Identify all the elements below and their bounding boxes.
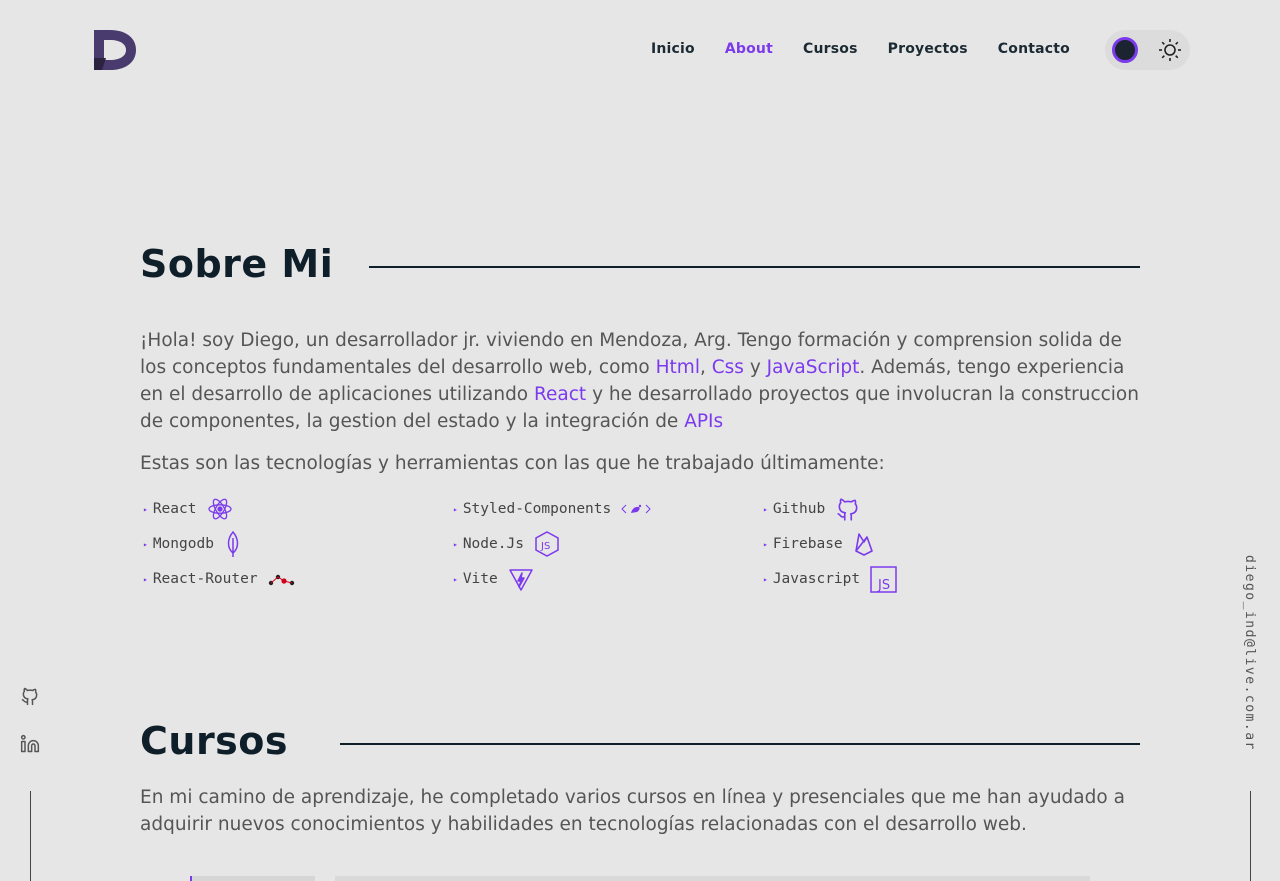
bullet-arrow-icon: ▸ xyxy=(143,574,148,584)
tech-label: React-Router xyxy=(152,571,258,587)
javascript-icon: JS xyxy=(870,565,897,593)
tech-item-vite: ▸ Vite xyxy=(453,565,763,593)
react-icon xyxy=(206,495,234,523)
nav-about[interactable]: About xyxy=(725,41,773,57)
tech-item-github: ▸ Github xyxy=(763,495,943,523)
bullet-arrow-icon: ▸ xyxy=(143,504,148,514)
courses-title-divider xyxy=(340,743,1140,745)
highlight-html: Html xyxy=(655,357,700,378)
nodejs-icon: JS xyxy=(534,530,560,558)
email-link[interactable]: diego_ind@live.com.ar xyxy=(1237,555,1257,755)
tech-item-node.js: ▸ Node.Js JS xyxy=(453,530,763,558)
tech-item-react-router: ▸ React-Router xyxy=(143,565,453,593)
bullet-arrow-icon: ▸ xyxy=(453,574,458,584)
github-icon[interactable] xyxy=(20,686,40,706)
tech-list: ▸ React ▸ Styled-Components ▸ Github ▸ Mongodb ▸… xyxy=(143,495,943,593)
tech-item-javascript: ▸ Javascript JS xyxy=(763,565,943,593)
svg-text:JS: JS xyxy=(877,578,890,593)
theme-toggle[interactable] xyxy=(1105,30,1190,70)
bullet-arrow-icon: ▸ xyxy=(143,539,148,549)
firebase-icon xyxy=(853,531,875,557)
bullet-arrow-icon: ▸ xyxy=(763,574,768,584)
tech-label: Mongodb xyxy=(152,536,214,552)
tech-item-react: ▸ React xyxy=(143,495,453,523)
tech-label: Javascript xyxy=(772,571,861,587)
tech-label: Firebase xyxy=(772,536,843,552)
social-links xyxy=(20,686,40,754)
github-icon xyxy=(835,496,861,522)
courses-tab-list[interactable] xyxy=(190,876,315,881)
linkedin-icon[interactable] xyxy=(20,734,40,754)
bullet-arrow-icon: ▸ xyxy=(453,539,458,549)
main-nav: Inicio About Cursos Proyectos Contacto xyxy=(651,41,1070,57)
highlight-apis: APIs xyxy=(684,411,724,432)
nav-inicio[interactable]: Inicio xyxy=(651,41,695,57)
sun-icon[interactable] xyxy=(1156,36,1184,64)
about-tech-intro: Estas son las tecnologías y herramientas… xyxy=(140,453,885,474)
tech-label: React xyxy=(152,501,197,517)
right-vertical-line xyxy=(1250,791,1251,881)
tech-label: Styled-Components xyxy=(462,501,612,517)
about-title-divider xyxy=(369,266,1140,268)
intro-text: y xyxy=(743,357,767,378)
highlight-css: Css xyxy=(711,357,744,378)
highlight-javascript: JavaScript xyxy=(766,357,860,378)
logo[interactable] xyxy=(90,28,138,72)
nav-cursos[interactable]: Cursos xyxy=(803,41,858,57)
header: Inicio About Cursos Proyectos Contacto xyxy=(0,0,1280,100)
tech-label: Github xyxy=(772,501,826,517)
svg-text:JS: JS xyxy=(540,541,550,552)
bullet-arrow-icon: ▸ xyxy=(453,504,458,514)
intro-text: , xyxy=(699,357,712,378)
courses-title: Cursos xyxy=(140,719,289,763)
bullet-arrow-icon: ▸ xyxy=(763,504,768,514)
vite-icon xyxy=(508,566,534,592)
highlight-react: React xyxy=(534,384,587,405)
about-title: Sobre Mi xyxy=(140,242,334,286)
nav-proyectos[interactable]: Proyectos xyxy=(888,41,968,57)
about-intro: ¡Hola! soy Diego, un desarrollador jr. v… xyxy=(140,327,1140,435)
styled-components-icon xyxy=(621,501,651,517)
tech-item-styled-components: ▸ Styled-Components xyxy=(453,495,763,523)
courses-intro: En mi camino de aprendizaje, he completa… xyxy=(140,787,1125,835)
tech-label: Node.Js xyxy=(462,536,524,552)
react-router-icon xyxy=(268,571,296,587)
courses-panel xyxy=(335,876,1090,881)
moon-icon[interactable] xyxy=(1112,37,1138,63)
tech-label: Vite xyxy=(462,571,498,587)
bullet-arrow-icon: ▸ xyxy=(763,539,768,549)
nav-contacto[interactable]: Contacto xyxy=(998,41,1070,57)
mongodb-icon xyxy=(224,530,242,558)
left-vertical-line xyxy=(30,791,31,881)
tech-item-mongodb: ▸ Mongodb xyxy=(143,530,453,558)
tech-item-firebase: ▸ Firebase xyxy=(763,530,943,558)
